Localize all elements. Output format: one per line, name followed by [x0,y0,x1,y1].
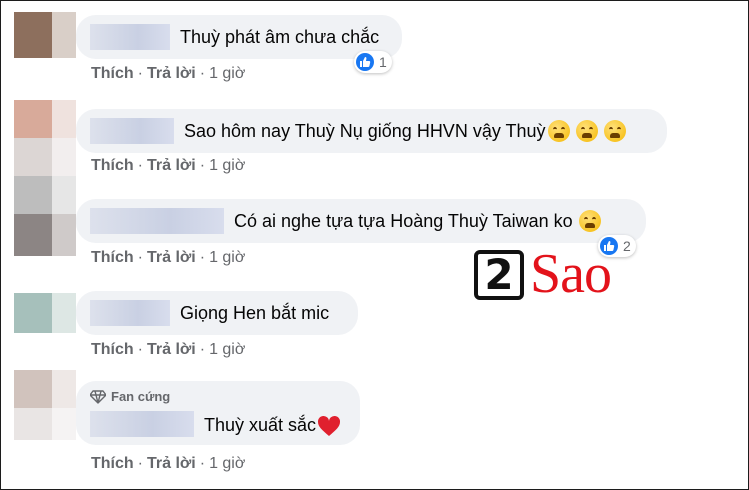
2sao-watermark-logo: 2 Sao [474,244,630,306]
weary-face-emoji [578,210,601,232]
blurred-username[interactable] [90,24,170,50]
comment-text: Sao hôm nay Thuỳ Nụ giống HHVN vậy Thuỳ [184,120,546,141]
timestamp[interactable]: 1 giờ [209,65,245,82]
separator: · [137,455,143,472]
reply-link[interactable]: Trả lời [147,157,196,174]
logo-word: Sao [530,243,612,305]
comment-text: Thuỳ xuất sắc [204,415,341,437]
reaction-summary[interactable]: 1 [354,51,392,73]
comment-text: Thuỳ phát âm chưa chắc [180,26,380,47]
badge-label: Fan cứng [111,389,171,404]
blurred-username[interactable] [90,208,224,234]
comment-text: Có ai nghe tựa tựa Hoàng Thuỳ Taiwan ko [234,210,573,231]
separator: · [199,249,206,266]
reaction-count: 1 [379,54,387,70]
like-link[interactable]: Thích [91,455,134,472]
weary-face-emoji [575,120,598,142]
comment-text-content: Thuỳ xuất sắc [204,414,317,435]
avatar[interactable] [14,12,76,58]
separator: · [137,341,143,358]
comment-bubble: Có ai nghe tựa tựa Hoàng Thuỳ Taiwan ko [76,199,646,243]
separator: · [137,65,143,82]
timestamp[interactable]: 1 giờ [209,157,245,174]
blurred-username[interactable] [90,411,194,437]
timestamp[interactable]: 1 giờ [209,455,245,472]
separator: · [199,341,206,358]
comment-bubble: Sao hôm nay Thuỳ Nụ giống HHVN vậy Thuỳ [76,109,667,153]
timestamp[interactable]: 1 giờ [209,341,245,358]
blurred-username[interactable] [90,118,174,144]
like-link[interactable]: Thích [91,65,134,82]
reply-link[interactable]: Trả lời [147,65,196,82]
separator: · [199,157,206,174]
blurred-username[interactable] [90,300,170,326]
comment-text: Giọng Hen bắt mic [180,302,330,323]
red-heart-emoji [318,415,341,436]
logo-number: 2 [474,250,524,300]
separator: · [199,455,206,472]
comment-actions: Thích · Trả lời · 1 giờ [91,341,245,359]
weary-face-emoji [547,120,570,142]
comment-actions: Thích · Trả lời · 1 giờ [91,65,245,83]
comment-bubble: Giọng Hen bắt mic [76,291,358,335]
avatar[interactable] [14,100,76,176]
like-icon [356,53,374,71]
like-link[interactable]: Thích [91,341,134,358]
timestamp[interactable]: 1 giờ [209,249,245,266]
avatar[interactable] [14,370,76,440]
reply-link[interactable]: Trả lời [147,455,196,472]
separator: · [137,249,143,266]
diamond-icon [90,389,106,404]
separator: · [199,65,206,82]
weary-face-emoji [603,120,626,142]
comment-actions: Thích · Trả lời · 1 giờ [91,249,245,267]
comment-actions: Thích · Trả lời · 1 giờ [91,157,245,175]
avatar[interactable] [14,293,76,333]
separator: · [137,157,143,174]
like-link[interactable]: Thích [91,157,134,174]
comment-bubble: Thuỳ phát âm chưa chắc [76,15,402,59]
reply-link[interactable]: Trả lời [147,341,196,358]
like-link[interactable]: Thích [91,249,134,266]
reply-link[interactable]: Trả lời [147,249,196,266]
top-fan-badge[interactable]: Fan cứng [90,389,170,404]
avatar[interactable] [14,176,76,256]
comment-actions: Thích · Trả lời · 1 giờ [91,455,245,473]
